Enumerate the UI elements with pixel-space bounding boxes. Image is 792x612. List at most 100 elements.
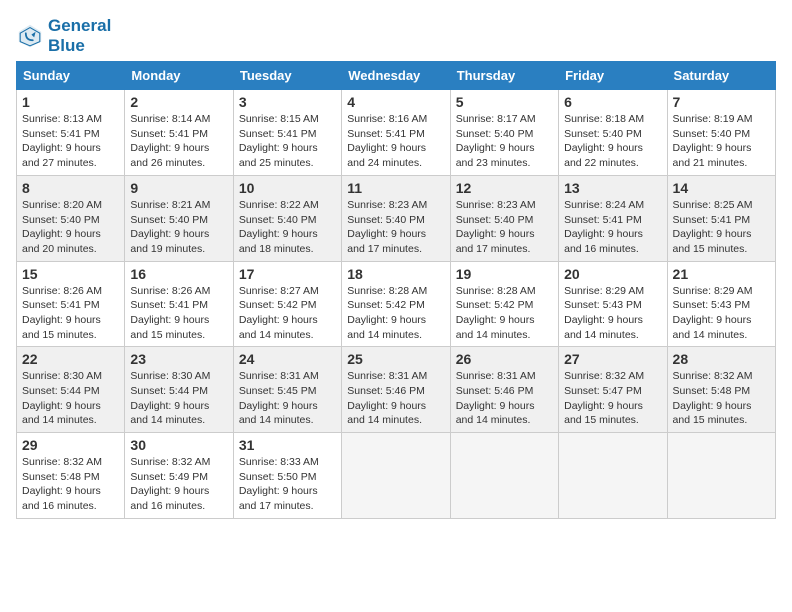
day-number: 7: [673, 94, 770, 110]
calendar-cell: 21Sunrise: 8:29 AMSunset: 5:43 PMDayligh…: [667, 261, 775, 347]
calendar-cell: 10 Sunrise: 8:22 AMSunset: 5:40 PMDayligh…: [233, 175, 341, 261]
day-info: Sunrise: 8:20 AMSunset: 5:40 PMDaylight:…: [22, 198, 119, 257]
day-info: Sunrise: 8:18 AMSunset: 5:40 PMDaylight:…: [564, 112, 661, 171]
calendar-cell: 2 Sunrise: 8:14 AMSunset: 5:41 PMDaylight…: [125, 90, 233, 176]
calendar-cell: 12 Sunrise: 8:23 AMSunset: 5:40 PMDayligh…: [450, 175, 558, 261]
calendar-cell: 7Sunrise: 8:19 AMSunset: 5:40 PMDaylight…: [667, 90, 775, 176]
day-info: Sunrise: 8:30 AMSunset: 5:44 PMDaylight:…: [130, 369, 227, 428]
day-number: 25: [347, 351, 444, 367]
day-number: 23: [130, 351, 227, 367]
day-number: 6: [564, 94, 661, 110]
day-info: Sunrise: 8:32 AMSunset: 5:48 PMDaylight:…: [673, 369, 770, 428]
logo: General Blue: [16, 16, 111, 55]
logo-text: General Blue: [48, 16, 111, 55]
day-info: Sunrise: 8:16 AMSunset: 5:41 PMDaylight:…: [347, 112, 444, 171]
calendar-cell: 8 Sunrise: 8:20 AMSunset: 5:40 PMDaylight…: [17, 175, 125, 261]
day-number: 28: [673, 351, 770, 367]
calendar-cell: 23 Sunrise: 8:30 AMSunset: 5:44 PMDayligh…: [125, 347, 233, 433]
day-number: 22: [22, 351, 119, 367]
day-number: 24: [239, 351, 336, 367]
calendar-cell: 6 Sunrise: 8:18 AMSunset: 5:40 PMDaylight…: [559, 90, 667, 176]
calendar-week-row: 8 Sunrise: 8:20 AMSunset: 5:40 PMDaylight…: [17, 175, 776, 261]
day-info: Sunrise: 8:32 AMSunset: 5:48 PMDaylight:…: [22, 455, 119, 514]
header-friday: Friday: [559, 62, 667, 90]
calendar-cell: 20 Sunrise: 8:29 AMSunset: 5:43 PMDayligh…: [559, 261, 667, 347]
day-number: 15: [22, 266, 119, 282]
day-number: 1: [22, 94, 119, 110]
day-number: 2: [130, 94, 227, 110]
calendar-cell: 18 Sunrise: 8:28 AMSunset: 5:42 PMDayligh…: [342, 261, 450, 347]
day-info: Sunrise: 8:13 AMSunset: 5:41 PMDaylight:…: [22, 112, 119, 171]
day-info: Sunrise: 8:17 AMSunset: 5:40 PMDaylight:…: [456, 112, 553, 171]
day-number: 29: [22, 437, 119, 453]
calendar-table: SundayMondayTuesdayWednesdayThursdayFrid…: [16, 61, 776, 519]
day-info: Sunrise: 8:29 AMSunset: 5:43 PMDaylight:…: [564, 284, 661, 343]
calendar-cell: [559, 433, 667, 519]
calendar-cell: 28 Sunrise: 8:32 AMSunset: 5:48 PMDayligh…: [667, 347, 775, 433]
calendar-week-row: 1 Sunrise: 8:13 AMSunset: 5:41 PMDaylight…: [17, 90, 776, 176]
day-number: 12: [456, 180, 553, 196]
day-number: 14: [673, 180, 770, 196]
day-info: Sunrise: 8:26 AMSunset: 5:41 PMDaylight:…: [130, 284, 227, 343]
calendar-cell: 30Sunrise: 8:32 AMSunset: 5:49 PMDayligh…: [125, 433, 233, 519]
day-info: Sunrise: 8:26 AMSunset: 5:41 PMDaylight:…: [22, 284, 119, 343]
day-info: Sunrise: 8:30 AMSunset: 5:44 PMDaylight:…: [22, 369, 119, 428]
day-number: 5: [456, 94, 553, 110]
day-info: Sunrise: 8:24 AMSunset: 5:41 PMDaylight:…: [564, 198, 661, 257]
calendar-cell: 19 Sunrise: 8:28 AMSunset: 5:42 PMDayligh…: [450, 261, 558, 347]
calendar-cell: 29 Sunrise: 8:32 AMSunset: 5:48 PMDayligh…: [17, 433, 125, 519]
day-info: Sunrise: 8:31 AMSunset: 5:45 PMDaylight:…: [239, 369, 336, 428]
day-number: 10: [239, 180, 336, 196]
calendar-cell: 17 Sunrise: 8:27 AMSunset: 5:42 PMDayligh…: [233, 261, 341, 347]
calendar-cell: 25 Sunrise: 8:31 AMSunset: 5:46 PMDayligh…: [342, 347, 450, 433]
day-number: 16: [130, 266, 227, 282]
calendar-cell: [667, 433, 775, 519]
day-number: 8: [22, 180, 119, 196]
calendar-cell: 31 Sunrise: 8:33 AMSunset: 5:50 PMDayligh…: [233, 433, 341, 519]
calendar-cell: 14 Sunrise: 8:25 AMSunset: 5:41 PMDayligh…: [667, 175, 775, 261]
day-number: 27: [564, 351, 661, 367]
header-tuesday: Tuesday: [233, 62, 341, 90]
day-info: Sunrise: 8:22 AMSunset: 5:40 PMDaylight:…: [239, 198, 336, 257]
day-info: Sunrise: 8:21 AMSunset: 5:40 PMDaylight:…: [130, 198, 227, 257]
day-number: 4: [347, 94, 444, 110]
day-info: Sunrise: 8:33 AMSunset: 5:50 PMDaylight:…: [239, 455, 336, 514]
calendar-cell: [450, 433, 558, 519]
day-info: Sunrise: 8:28 AMSunset: 5:42 PMDaylight:…: [347, 284, 444, 343]
day-number: 31: [239, 437, 336, 453]
day-number: 20: [564, 266, 661, 282]
day-info: Sunrise: 8:32 AMSunset: 5:47 PMDaylight:…: [564, 369, 661, 428]
calendar-cell: 22 Sunrise: 8:30 AMSunset: 5:44 PMDayligh…: [17, 347, 125, 433]
day-info: Sunrise: 8:31 AMSunset: 5:46 PMDaylight:…: [456, 369, 553, 428]
header-wednesday: Wednesday: [342, 62, 450, 90]
day-info: Sunrise: 8:29 AMSunset: 5:43 PMDaylight:…: [673, 284, 770, 343]
day-info: Sunrise: 8:31 AMSunset: 5:46 PMDaylight:…: [347, 369, 444, 428]
day-info: Sunrise: 8:23 AMSunset: 5:40 PMDaylight:…: [456, 198, 553, 257]
day-info: Sunrise: 8:14 AMSunset: 5:41 PMDaylight:…: [130, 112, 227, 171]
day-info: Sunrise: 8:28 AMSunset: 5:42 PMDaylight:…: [456, 284, 553, 343]
day-number: 3: [239, 94, 336, 110]
calendar-cell: 26Sunrise: 8:31 AMSunset: 5:46 PMDayligh…: [450, 347, 558, 433]
calendar-cell: 27 Sunrise: 8:32 AMSunset: 5:47 PMDayligh…: [559, 347, 667, 433]
header-monday: Monday: [125, 62, 233, 90]
day-number: 18: [347, 266, 444, 282]
logo-icon: [16, 22, 44, 50]
day-number: 19: [456, 266, 553, 282]
calendar-cell: 11Sunrise: 8:23 AMSunset: 5:40 PMDayligh…: [342, 175, 450, 261]
calendar-cell: [342, 433, 450, 519]
day-info: Sunrise: 8:27 AMSunset: 5:42 PMDaylight:…: [239, 284, 336, 343]
calendar-cell: 9Sunrise: 8:21 AMSunset: 5:40 PMDaylight…: [125, 175, 233, 261]
calendar-header-row: SundayMondayTuesdayWednesdayThursdayFrid…: [17, 62, 776, 90]
calendar-week-row: 22 Sunrise: 8:30 AMSunset: 5:44 PMDayligh…: [17, 347, 776, 433]
day-info: Sunrise: 8:25 AMSunset: 5:41 PMDaylight:…: [673, 198, 770, 257]
day-info: Sunrise: 8:32 AMSunset: 5:49 PMDaylight:…: [130, 455, 227, 514]
calendar-cell: 13Sunrise: 8:24 AMSunset: 5:41 PMDayligh…: [559, 175, 667, 261]
calendar-week-row: 15 Sunrise: 8:26 AMSunset: 5:41 PMDayligh…: [17, 261, 776, 347]
calendar-cell: 1 Sunrise: 8:13 AMSunset: 5:41 PMDaylight…: [17, 90, 125, 176]
calendar-cell: 4 Sunrise: 8:16 AMSunset: 5:41 PMDaylight…: [342, 90, 450, 176]
calendar-cell: 5 Sunrise: 8:17 AMSunset: 5:40 PMDaylight…: [450, 90, 558, 176]
calendar-cell: 15 Sunrise: 8:26 AMSunset: 5:41 PMDayligh…: [17, 261, 125, 347]
header-saturday: Saturday: [667, 62, 775, 90]
day-number: 17: [239, 266, 336, 282]
day-number: 11: [347, 180, 444, 196]
